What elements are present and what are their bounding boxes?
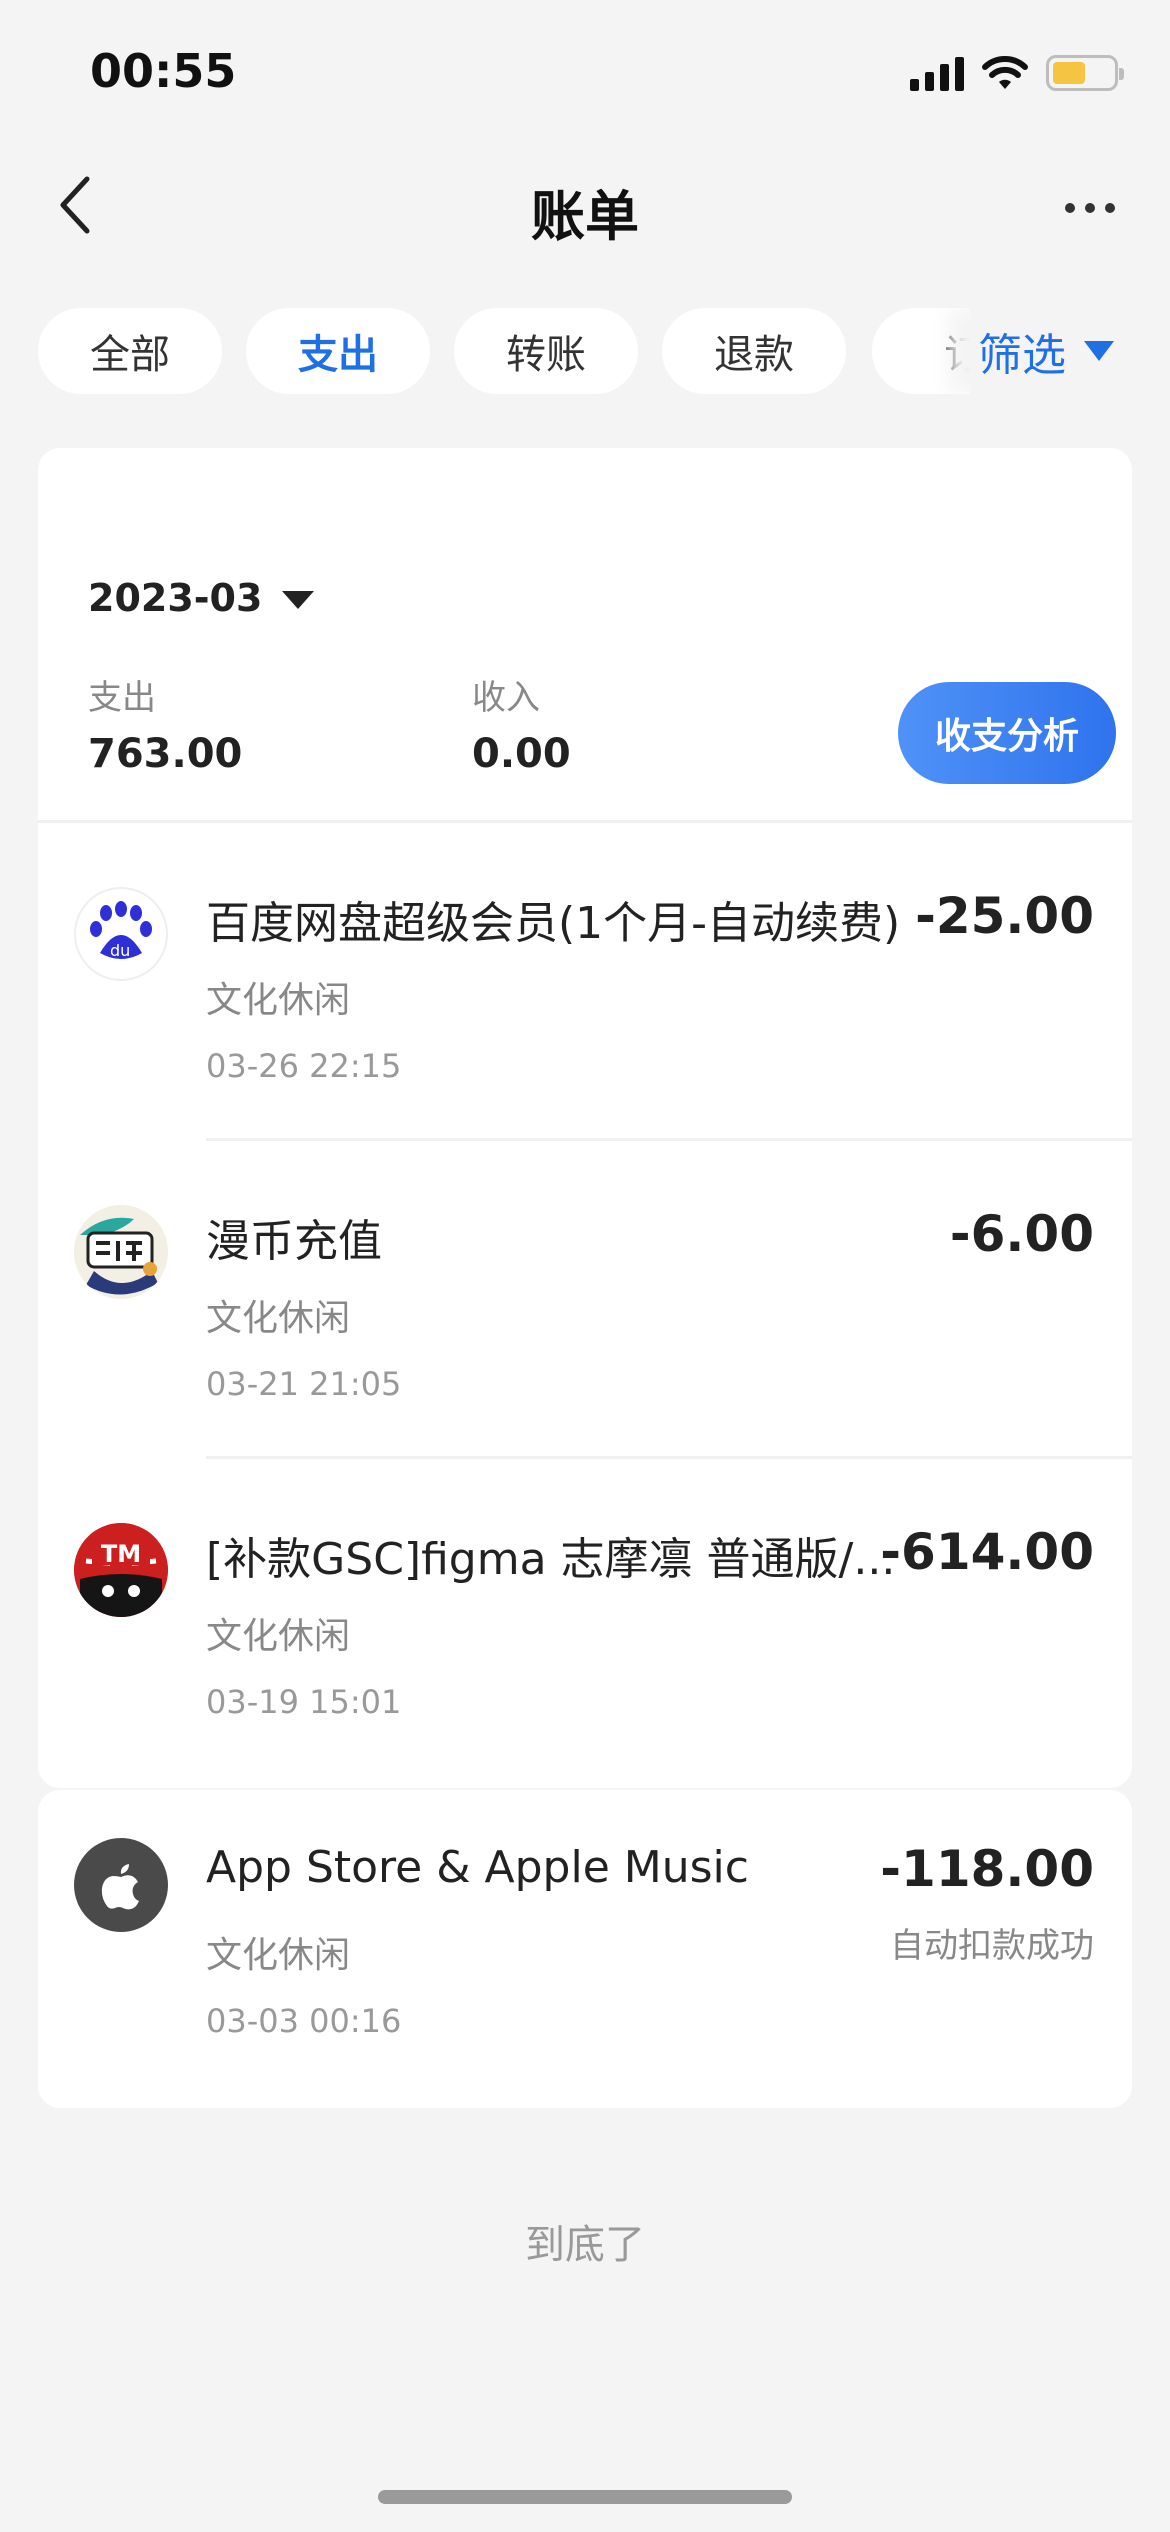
transaction-item[interactable]: 漫币充值 -6.00 文化休闲 03-21 21:05 (38, 1141, 1132, 1459)
nav-bar: 账单 (0, 150, 1170, 260)
more-dot-icon (1085, 203, 1095, 213)
transaction-amount: -6.00 (949, 1205, 1094, 1263)
expense-value: 763.00 (88, 731, 243, 777)
month-label: 2023-03 (88, 576, 263, 620)
transaction-title: 漫币充值 (206, 1216, 382, 1267)
transaction-time: 03-03 00:16 (206, 2002, 402, 2040)
income-label: 收入 (472, 678, 540, 718)
transaction-category: 文化休闲 (206, 1935, 351, 1976)
more-dot-icon (1065, 203, 1075, 213)
end-of-list-text: 到底了 (525, 2222, 645, 2268)
income-stat: 收入 0.00 (472, 670, 571, 777)
month-selector[interactable]: 2023-03 (88, 576, 315, 620)
transaction-item[interactable]: TM [补款GSC]figma 志摩凛 普通版/... -614.00 文化休闲… (38, 1459, 1132, 1777)
tab-transfer[interactable]: 转账 (454, 308, 638, 394)
page-title: 账单 (531, 185, 639, 248)
transaction-item[interactable]: du 百度网盘超级会员(1个月-自动续费) -25.00 文化休闲 03-26 … (38, 823, 1132, 1141)
category-tabs: 全部 支出 转账 退款 订 筛选 (0, 308, 1170, 398)
more-options-button[interactable] (1050, 178, 1130, 238)
wifi-icon (982, 56, 1028, 89)
transaction-category: 文化休闲 (206, 1298, 351, 1339)
transaction-title: [补款GSC]figma 志摩凛 普通版/... (206, 1534, 896, 1585)
cellular-signal-icon (910, 55, 964, 91)
caret-down-icon (282, 591, 315, 609)
status-icons (910, 52, 1124, 94)
transaction-title: 百度网盘超级会员(1个月-自动续费) (206, 898, 901, 949)
transaction-amount: -614.00 (880, 1523, 1094, 1581)
tab-all[interactable]: 全部 (38, 308, 222, 394)
battery-icon (1046, 55, 1124, 91)
apple-logo-icon (74, 1838, 168, 1932)
transaction-category: 文化休闲 (206, 980, 351, 1021)
transaction-time: 03-21 21:05 (206, 1365, 402, 1403)
transaction-category: 文化休闲 (206, 1616, 351, 1657)
bill-card-last: App Store & Apple Music -118.00 自动扣款成功 文… (38, 1790, 1132, 2108)
transaction-amount: -118.00 (880, 1840, 1094, 1898)
bill-card: 2023-03 支出 763.00 收入 0.00 收支分析 du 百度网盘超级… (38, 448, 1132, 1788)
transaction-time: 03-26 22:15 (206, 1047, 402, 1085)
baidu-netdisk-logo-icon: du (74, 887, 168, 981)
transaction-amount: -25.00 (915, 887, 1094, 945)
tab-refund[interactable]: 退款 (662, 308, 846, 394)
svg-text:TM: TM (101, 1540, 141, 1568)
transaction-time: 03-19 15:01 (206, 1683, 402, 1721)
transaction-title: App Store & Apple Music (206, 1842, 749, 1893)
home-indicator[interactable] (378, 2490, 792, 2504)
tmall-logo-icon: TM (74, 1523, 168, 1617)
status-time: 00:55 (90, 44, 237, 98)
transaction-item[interactable]: App Store & Apple Music -118.00 自动扣款成功 文… (38, 1790, 1132, 2108)
svg-text:du: du (110, 941, 130, 960)
expense-label: 支出 (88, 678, 156, 718)
filter-button[interactable]: 筛选 (970, 308, 1170, 394)
more-dot-icon (1105, 203, 1115, 213)
income-value: 0.00 (472, 731, 571, 777)
transaction-status: 自动扣款成功 (890, 1926, 1094, 1966)
caret-down-icon (1084, 341, 1114, 361)
tab-expense[interactable]: 支出 (246, 308, 430, 394)
filter-label: 筛选 (978, 330, 1066, 381)
manhua-logo-icon (74, 1205, 168, 1299)
expense-stat: 支出 763.00 (88, 670, 242, 777)
analysis-button[interactable]: 收支分析 (898, 682, 1116, 784)
status-bar: 00:55 (0, 0, 1170, 150)
